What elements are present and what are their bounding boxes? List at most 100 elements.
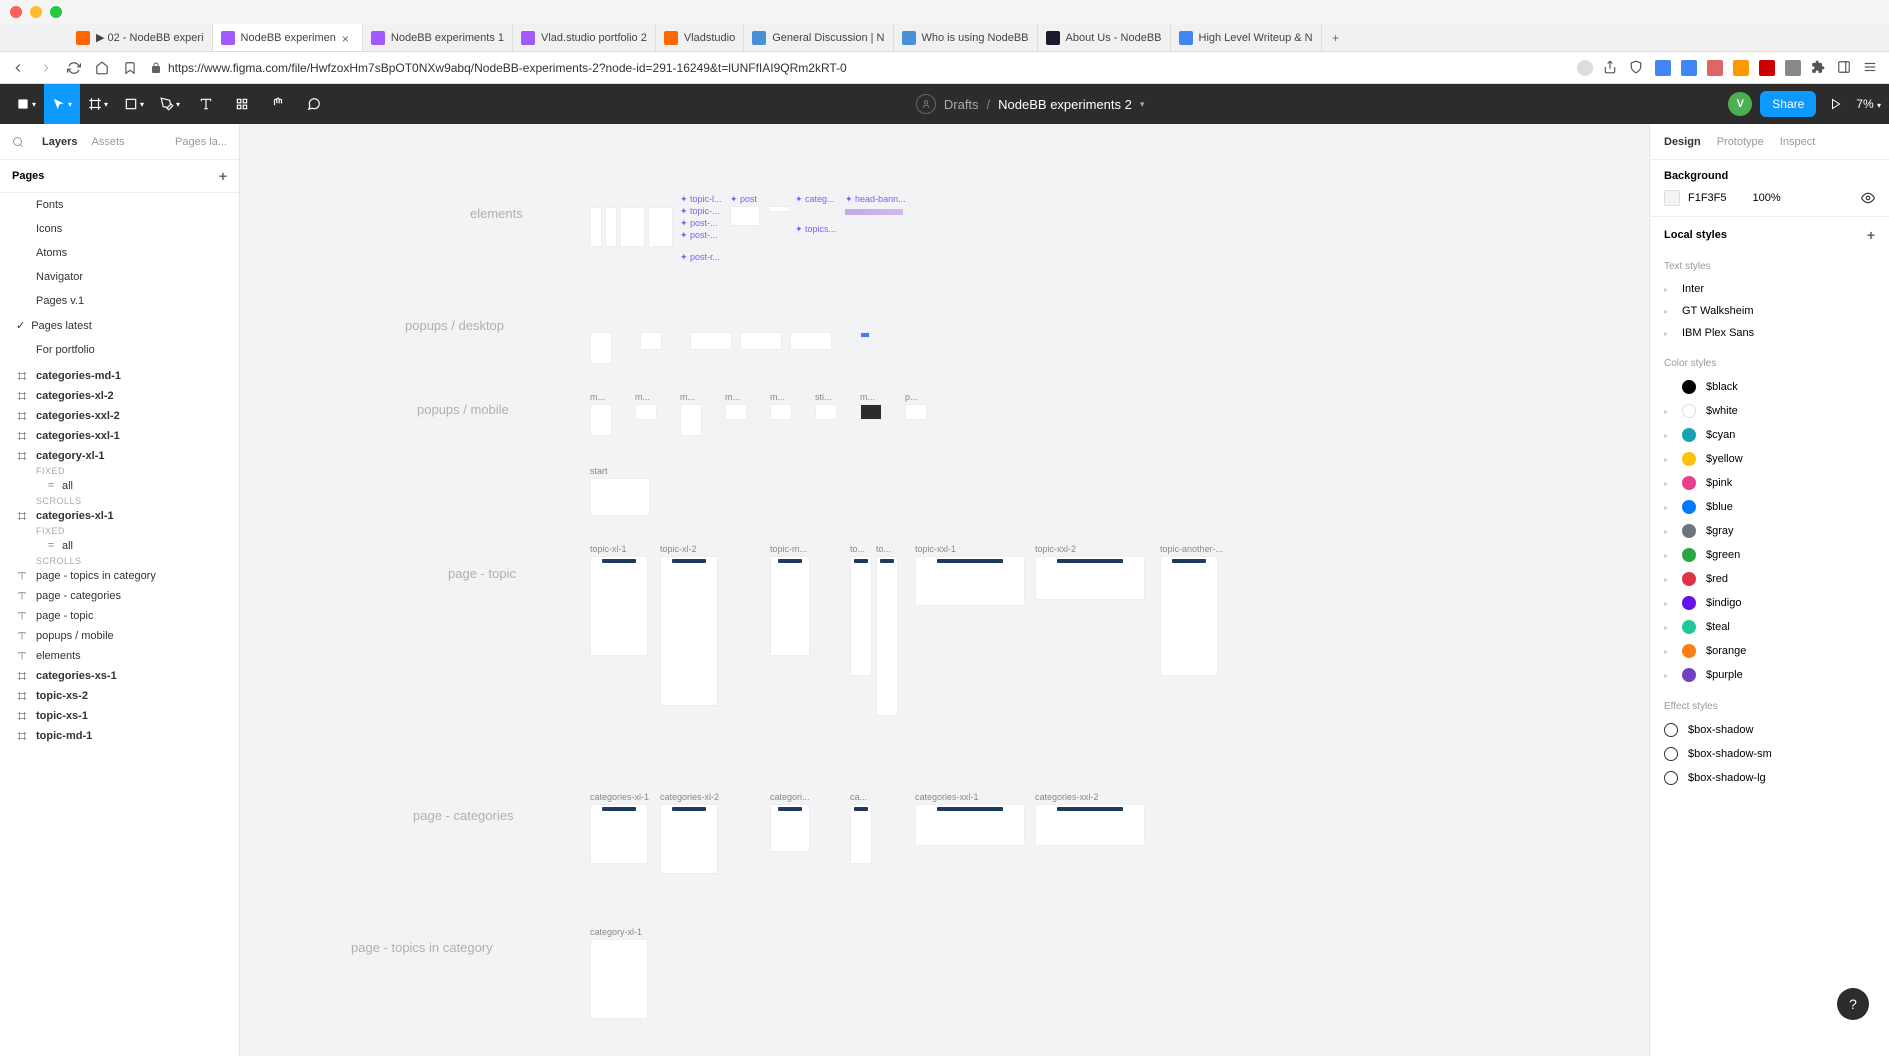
forward-button[interactable] <box>38 60 54 76</box>
page-item[interactable]: Icons <box>0 217 239 241</box>
frame[interactable] <box>770 404 792 420</box>
frame[interactable] <box>876 556 898 716</box>
ext-icon-5[interactable] <box>1707 60 1723 76</box>
frame-label[interactable]: start <box>590 466 608 476</box>
ext-menu-icon[interactable] <box>1863 60 1879 76</box>
frame[interactable] <box>790 332 832 350</box>
frame[interactable] <box>590 939 648 1019</box>
frame[interactable] <box>915 556 1025 606</box>
frame-label[interactable]: topic-xxl-1 <box>915 544 956 554</box>
frame[interactable] <box>635 404 657 420</box>
layer-item[interactable]: popups / mobile <box>0 626 239 646</box>
browser-tab[interactable]: NodeBB experiments 1 <box>363 24 513 51</box>
resources-tool[interactable] <box>224 84 260 124</box>
frame-label[interactable]: category-xl-1 <box>590 927 642 937</box>
ext-puzzle-icon[interactable] <box>1811 60 1827 76</box>
frame[interactable] <box>740 332 782 350</box>
ext-icon-1[interactable] <box>1577 60 1593 76</box>
layer-item[interactable]: page - topics in category <box>0 566 239 586</box>
frame[interactable] <box>590 404 612 436</box>
section-label[interactable]: page - topics in category <box>351 940 493 955</box>
breadcrumb-drafts[interactable]: Drafts <box>944 97 979 112</box>
component-label[interactable]: ✦ head-bann... <box>845 194 906 205</box>
frame[interactable] <box>815 404 837 420</box>
frame-label[interactable]: categories-xl-1 <box>590 792 649 802</box>
frame-label[interactable]: topic-another-... <box>1160 544 1223 554</box>
frame[interactable] <box>768 206 790 212</box>
frame-label[interactable]: topic-xl-2 <box>660 544 697 554</box>
browser-tab[interactable]: Vladstudio <box>656 24 744 51</box>
component-label[interactable]: ✦ post-... <box>680 218 718 229</box>
ext-icon-brave[interactable] <box>1629 60 1645 76</box>
frame[interactable] <box>690 332 732 350</box>
visibility-icon[interactable] <box>1861 191 1875 205</box>
add-style-button[interactable]: + <box>1867 227 1875 243</box>
tab-design[interactable]: Design <box>1664 136 1701 148</box>
tab-close-icon[interactable]: × <box>342 32 354 44</box>
url-box[interactable]: https://www.figma.com/file/HwfzoxHm7sBpO… <box>150 61 1565 75</box>
component-label[interactable]: ✦ post-r... <box>680 252 720 263</box>
layer-item[interactable]: page - topic <box>0 606 239 626</box>
effect-style-item[interactable]: $box-shadow-lg <box>1650 766 1889 790</box>
tab-layers[interactable]: Layers <box>42 136 77 148</box>
frame-label[interactable]: m... <box>635 392 650 402</box>
figma-menu-button[interactable]: ▾ <box>8 84 44 124</box>
frame-label[interactable]: ca... <box>850 792 867 802</box>
section-label[interactable]: page - topic <box>448 566 516 581</box>
tab-page-dropdown[interactable]: Pages la... <box>175 136 227 148</box>
section-label[interactable]: popups / desktop <box>405 318 504 333</box>
text-style-item[interactable]: ▸GT Walksheim <box>1650 300 1889 322</box>
frame[interactable] <box>605 207 617 247</box>
text-style-item[interactable]: ▸IBM Plex Sans <box>1650 322 1889 344</box>
page-item[interactable]: Navigator <box>0 265 239 289</box>
ext-icon-4[interactable] <box>1681 60 1697 76</box>
ext-icon-8[interactable] <box>1785 60 1801 76</box>
user-avatar-icon[interactable] <box>916 94 936 114</box>
share-button[interactable]: Share <box>1760 91 1816 117</box>
color-style-item[interactable]: ▸$white <box>1650 399 1889 423</box>
page-item[interactable]: Pages v.1 <box>0 289 239 313</box>
frame[interactable] <box>770 804 810 852</box>
color-style-item[interactable]: ▸$red <box>1650 567 1889 591</box>
frame[interactable] <box>640 332 662 350</box>
frame[interactable] <box>660 804 718 874</box>
present-button[interactable] <box>1824 84 1848 124</box>
user-avatar[interactable]: V <box>1728 92 1752 116</box>
browser-tab[interactable]: Vlad.studio portfolio 2 <box>513 24 656 51</box>
search-icon[interactable] <box>12 136 24 148</box>
layer-item[interactable]: all <box>0 476 239 496</box>
color-style-item[interactable]: ▸$blue <box>1650 495 1889 519</box>
reload-button[interactable] <box>66 60 82 76</box>
frame[interactable] <box>770 556 810 656</box>
add-page-button[interactable]: + <box>219 168 227 184</box>
layer-item[interactable]: categories-xs-1 <box>0 666 239 686</box>
layer-item[interactable]: all <box>0 536 239 556</box>
frame[interactable] <box>905 404 927 420</box>
shape-tool[interactable]: ▾ <box>116 84 152 124</box>
ext-icon-share[interactable] <box>1603 60 1619 76</box>
frame[interactable] <box>1160 556 1218 676</box>
comment-tool[interactable] <box>296 84 332 124</box>
ext-icon-3[interactable] <box>1655 60 1671 76</box>
frame-label[interactable]: m... <box>680 392 695 402</box>
minimize-window-button[interactable] <box>30 6 42 18</box>
home-button[interactable] <box>94 60 110 76</box>
frame[interactable] <box>680 404 702 436</box>
component-label[interactable]: ✦ topic-l... <box>680 194 722 205</box>
frame[interactable] <box>850 804 872 864</box>
component-label[interactable]: ✦ topics... <box>795 224 836 235</box>
frame-label[interactable]: topic-xxl-2 <box>1035 544 1076 554</box>
frame-label[interactable]: to... <box>850 544 865 554</box>
section-label[interactable]: page - categories <box>413 808 513 823</box>
page-item[interactable]: Atoms <box>0 241 239 265</box>
chevron-down-icon[interactable]: ▾ <box>1140 99 1145 110</box>
layer-item[interactable]: categories-xl-1 <box>0 506 239 526</box>
layer-item[interactable]: elements <box>0 646 239 666</box>
browser-tab[interactable]: NodeBB experimen× <box>213 24 363 51</box>
frame-label[interactable]: sti... <box>815 392 832 402</box>
section-label[interactable]: popups / mobile <box>417 402 509 417</box>
tab-assets[interactable]: Assets <box>91 136 124 148</box>
browser-tab[interactable]: ▶ 02 - NodeBB experi <box>68 24 213 51</box>
frame-label[interactable]: m... <box>860 392 875 402</box>
text-tool[interactable] <box>188 84 224 124</box>
